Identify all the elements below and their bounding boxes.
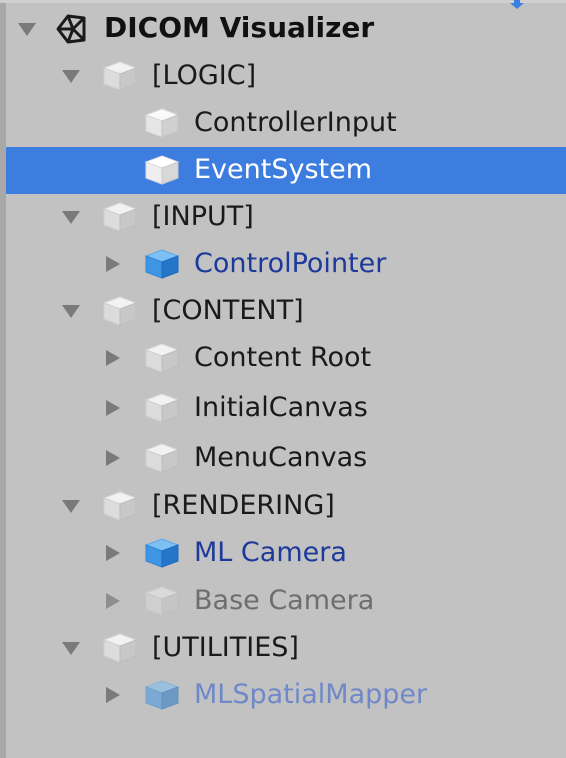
panel-top-edge xyxy=(0,0,566,3)
cube-icon xyxy=(144,155,180,185)
hierarchy-item-label: EventSystem xyxy=(194,154,373,185)
triangle-down-icon[interactable] xyxy=(60,207,82,227)
cube-icon xyxy=(144,343,180,373)
hierarchy-item-ml-camera[interactable]: ML Camera xyxy=(6,530,566,577)
hierarchy-item-input[interactable]: [INPUT] xyxy=(6,194,566,241)
cube-icon xyxy=(102,633,138,663)
hierarchy-item-utilities[interactable]: [UTILITIES] xyxy=(6,625,566,672)
hierarchy-item-label: [UTILITIES] xyxy=(152,632,299,663)
hierarchy-item-label: [CONTENT] xyxy=(152,295,304,326)
hierarchy-item-initialcanvas[interactable]: InitialCanvas xyxy=(6,385,566,432)
hierarchy-item-menucanvas[interactable]: MenuCanvas xyxy=(6,435,566,482)
hierarchy-item-label: ControlPointer xyxy=(194,248,387,279)
hierarchy-item-label: MenuCanvas xyxy=(194,442,368,473)
prefab-cube-icon xyxy=(144,680,180,710)
triangle-down-icon[interactable] xyxy=(16,19,38,39)
hierarchy-item-rendering[interactable]: [RENDERING] xyxy=(6,483,566,530)
cube-icon xyxy=(102,491,138,521)
hierarchy-item-label: InitialCanvas xyxy=(194,392,368,423)
triangle-right-icon[interactable] xyxy=(102,448,124,468)
hierarchy-item-label: Content Root xyxy=(194,342,372,373)
triangle-right-icon[interactable] xyxy=(102,348,124,368)
scene-row[interactable]: DICOM Visualizer xyxy=(6,6,566,53)
cube-icon xyxy=(144,586,180,616)
hierarchy-item-label: ML Camera xyxy=(194,537,347,568)
unity-logo-icon xyxy=(56,14,86,44)
triangle-right-icon[interactable] xyxy=(102,254,124,274)
hierarchy-item-controlpointer[interactable]: ControlPointer xyxy=(6,241,566,288)
hierarchy-item-label: [INPUT] xyxy=(152,201,254,232)
hierarchy-item-logic[interactable]: [LOGIC] xyxy=(6,53,566,100)
hierarchy-item-eventsystem[interactable]: EventSystem xyxy=(6,147,566,194)
scene-name: DICOM Visualizer xyxy=(104,11,375,44)
hierarchy-item-controllerinput[interactable]: ControllerInput xyxy=(6,100,566,147)
cube-icon xyxy=(102,202,138,232)
triangle-right-icon[interactable] xyxy=(102,591,124,611)
triangle-right-icon[interactable] xyxy=(102,398,124,418)
hierarchy-item-label: ControllerInput xyxy=(194,107,397,138)
hierarchy-item-mlspatialmapper[interactable]: MLSpatialMapper xyxy=(6,672,566,719)
prefab-cube-icon xyxy=(144,249,180,279)
hierarchy-item-base-camera[interactable]: Base Camera xyxy=(6,578,566,625)
hierarchy-item-content-root[interactable]: Content Root xyxy=(6,335,566,382)
cube-icon xyxy=(102,61,138,91)
hierarchy-item-label: [LOGIC] xyxy=(152,60,257,91)
cube-icon xyxy=(144,443,180,473)
triangle-right-icon[interactable] xyxy=(102,543,124,563)
cube-icon xyxy=(144,393,180,423)
hierarchy-panel: DICOM Visualizer [LOGIC] ControllerInput… xyxy=(0,0,566,758)
triangle-right-icon[interactable] xyxy=(102,685,124,705)
prefab-cube-icon xyxy=(144,538,180,568)
hierarchy-item-label: MLSpatialMapper xyxy=(194,679,428,710)
triangle-down-icon[interactable] xyxy=(60,66,82,86)
triangle-down-icon[interactable] xyxy=(60,496,82,516)
hierarchy-item-content[interactable]: [CONTENT] xyxy=(6,288,566,335)
cube-icon xyxy=(102,296,138,326)
cube-icon xyxy=(144,108,180,138)
hierarchy-item-label: [RENDERING] xyxy=(152,490,335,521)
hierarchy-item-label: Base Camera xyxy=(194,585,375,616)
triangle-down-icon[interactable] xyxy=(60,638,82,658)
triangle-down-icon[interactable] xyxy=(60,301,82,321)
